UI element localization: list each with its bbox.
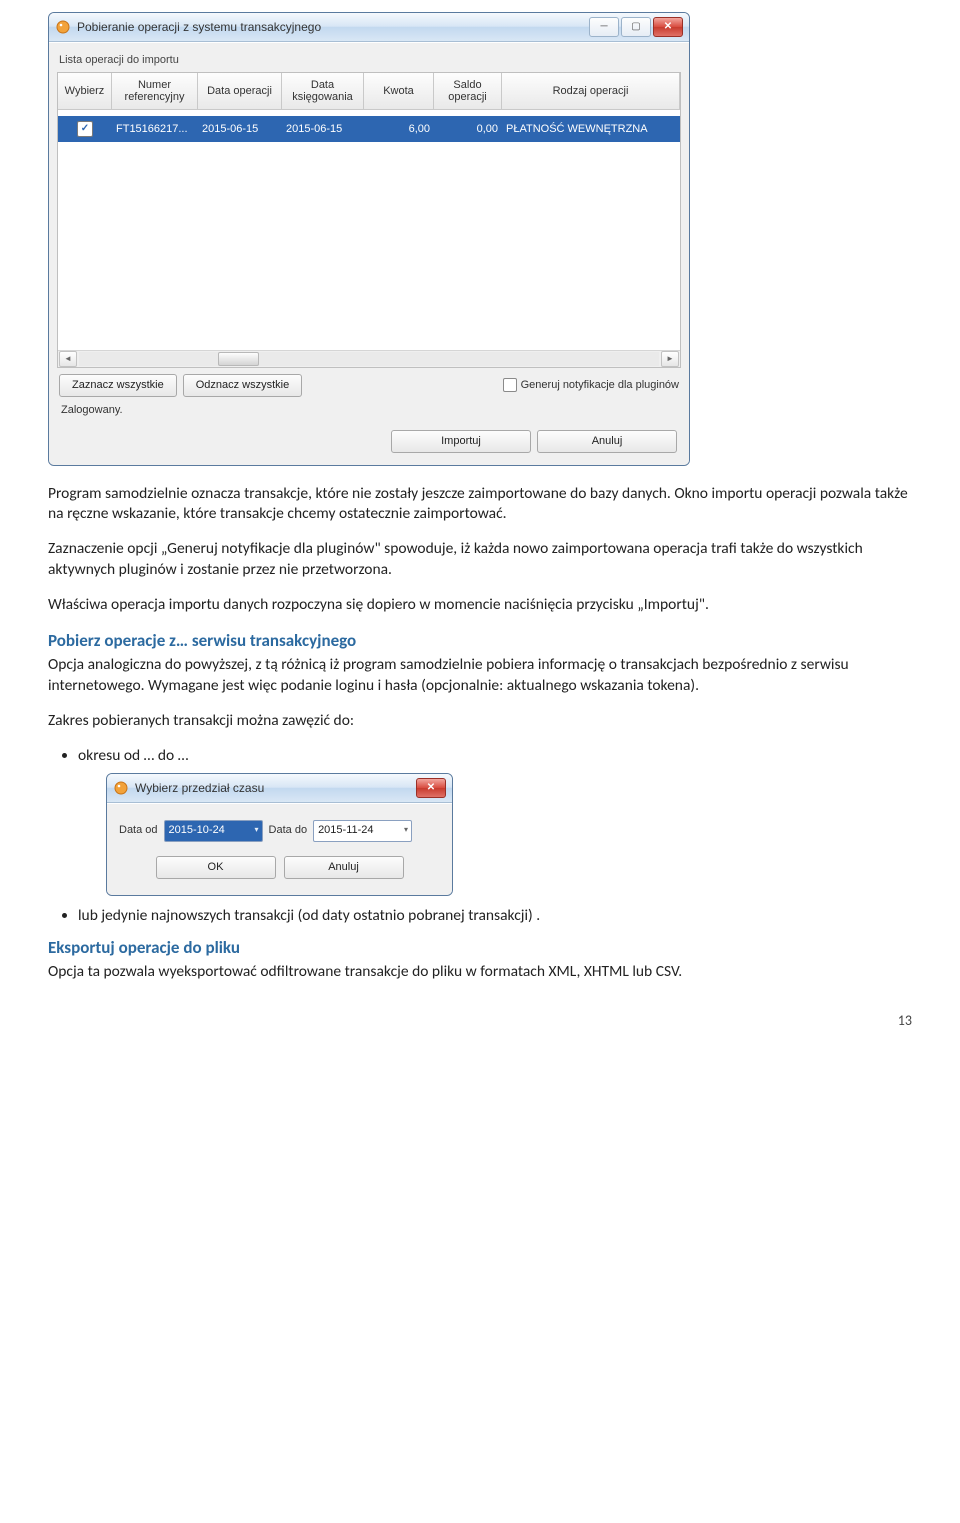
paragraph: Zaznaczenie opcji „Generuj notyfikacje d… xyxy=(48,539,912,581)
titlebar[interactable]: Wybierz przedział czasu ✕ xyxy=(107,774,452,803)
cell-balance: 0,00 xyxy=(434,122,502,137)
status-text: Zalogowany. xyxy=(53,399,685,426)
operations-table: Wybierz Numer referencyjny Data operacji… xyxy=(57,72,681,368)
chevron-down-icon[interactable]: ▾ xyxy=(404,825,408,836)
paragraph: Opcja ta pozwala wyeksportować odfiltrow… xyxy=(48,962,912,983)
col-amount[interactable]: Kwota xyxy=(364,73,434,110)
window-title: Pobieranie operacji z systemu transakcyj… xyxy=(77,19,583,35)
maximize-button[interactable]: ▢ xyxy=(621,17,651,37)
col-bookdate[interactable]: Data księgowania xyxy=(282,73,364,110)
date-range-window: Wybierz przedział czasu ✕ Data od 2015-1… xyxy=(106,773,453,896)
list-item: okresu od … do … Wybierz przedział czasu… xyxy=(78,746,912,896)
chevron-down-icon[interactable]: ▾ xyxy=(255,825,259,836)
minimize-button[interactable]: ─ xyxy=(589,17,619,37)
cell-amount: 6,00 xyxy=(364,122,434,137)
ok-button[interactable]: OK xyxy=(156,856,276,879)
paragraph: Opcja analogiczna do powyższej, z tą róż… xyxy=(48,655,912,697)
list-item: lub jedynie najnowszych transakcji (od d… xyxy=(78,906,912,927)
cell-ref: FT15166217... xyxy=(112,122,198,137)
col-type[interactable]: Rodzaj operacji xyxy=(502,73,680,110)
plugin-notify-checkbox[interactable] xyxy=(503,378,517,392)
scroll-thumb[interactable] xyxy=(218,352,259,366)
date-to-label: Data do xyxy=(269,823,308,838)
close-button[interactable]: ✕ xyxy=(653,17,683,37)
paragraph: Zakres pobieranych transakcji można zawę… xyxy=(48,711,912,732)
scroll-left-icon[interactable]: ◄ xyxy=(59,351,77,367)
paragraph: Właściwa operacja importu danych rozpocz… xyxy=(48,595,912,616)
heading: Eksportuj operacje do pliku xyxy=(48,937,912,960)
date-from-label: Data od xyxy=(119,823,158,838)
deselect-all-button[interactable]: Odznacz wszystkie xyxy=(183,374,303,397)
row-checkbox[interactable]: ✓ xyxy=(77,121,93,137)
cell-opdate: 2015-06-15 xyxy=(198,122,282,137)
app-icon xyxy=(55,19,71,35)
paragraph: Program samodzielnie oznacza transakcje,… xyxy=(48,484,912,526)
list-caption: Lista operacji do importu xyxy=(53,51,685,72)
date-to-input[interactable]: 2015-11-24 ▾ xyxy=(313,820,412,842)
window-title: Wybierz przedział czasu xyxy=(135,780,410,796)
page-number: 13 xyxy=(48,1012,912,1031)
import-window: Pobieranie operacji z systemu transakcyj… xyxy=(48,12,690,466)
cancel-button[interactable]: Anuluj xyxy=(537,430,677,453)
plugin-notify-label: Generuj notyfikacje dla pluginów xyxy=(521,378,679,393)
col-balance[interactable]: Saldo operacji xyxy=(434,73,502,110)
col-ref[interactable]: Numer referencyjny xyxy=(112,73,198,110)
horizontal-scrollbar[interactable]: ◄ ► xyxy=(58,350,680,367)
close-button[interactable]: ✕ xyxy=(416,778,446,798)
app-icon xyxy=(113,780,129,796)
import-button[interactable]: Importuj xyxy=(391,430,531,453)
scroll-right-icon[interactable]: ► xyxy=(661,351,679,367)
titlebar[interactable]: Pobieranie operacji z systemu transakcyj… xyxy=(49,13,689,42)
cell-type: PŁATNOŚĆ WEWNĘTRZNA xyxy=(502,122,680,137)
select-all-button[interactable]: Zaznacz wszystkie xyxy=(59,374,177,397)
heading: Pobierz operacje z… serwisu transakcyjne… xyxy=(48,630,912,653)
col-opdate[interactable]: Data operacji xyxy=(198,73,282,110)
date-from-input[interactable]: 2015-10-24 ▾ xyxy=(164,820,263,842)
cell-bookdate: 2015-06-15 xyxy=(282,122,364,137)
cancel-button[interactable]: Anuluj xyxy=(284,856,404,879)
col-select[interactable]: Wybierz xyxy=(58,73,112,110)
table-row[interactable]: ✓ FT15166217... 2015-06-15 2015-06-15 6,… xyxy=(58,116,680,142)
